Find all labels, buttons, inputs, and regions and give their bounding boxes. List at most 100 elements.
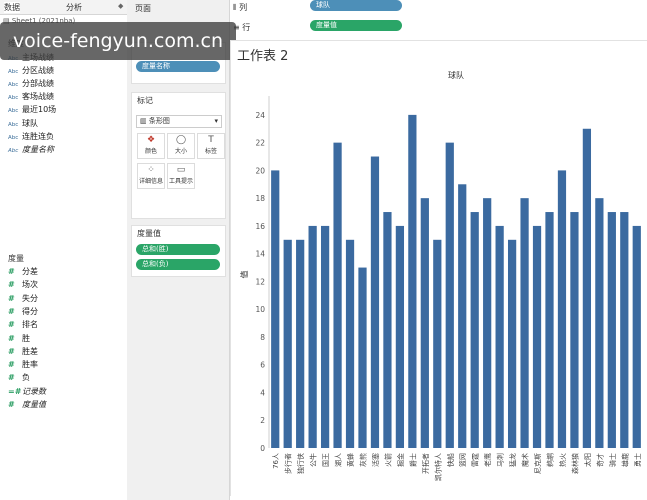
measure-field[interactable]: # 胜 xyxy=(8,333,30,344)
tab-analysis[interactable]: 分析 xyxy=(66,2,82,13)
dimension-field-label: 度量名称 xyxy=(22,144,54,154)
x-tick-label: 雷霆 xyxy=(472,453,480,467)
measure-field-label: 场次 xyxy=(22,280,38,290)
dimension-field-label: 客场战绩 xyxy=(22,92,54,102)
bar xyxy=(370,156,380,448)
measure-field-label: 失分 xyxy=(22,293,38,303)
measure-field[interactable]: # 度量值 xyxy=(8,399,46,410)
y-tick-label: 6 xyxy=(260,361,265,370)
dimension-field[interactable]: Abc 分区战绩 xyxy=(8,65,54,76)
bar xyxy=(345,239,355,448)
marks-label: 标记 xyxy=(137,96,153,105)
measure-field[interactable]: =# 记录数 xyxy=(8,386,46,397)
dimension-field-label: 球队 xyxy=(22,118,38,128)
pages-label: 页面 xyxy=(135,4,151,13)
detail-label: 详细信息 xyxy=(138,178,163,185)
measure-field[interactable]: # 负 xyxy=(8,372,30,383)
number-type-icon: # xyxy=(8,306,15,316)
y-tick-label: 14 xyxy=(255,250,265,259)
label-button[interactable]: T 标签 xyxy=(197,133,225,159)
data-pane: 数据 分析 ◆ ▤ Sheet1 (2021nba) 维度 Abc主场战绩Abc… xyxy=(0,0,128,500)
measure-field[interactable]: # 失分 xyxy=(8,293,38,304)
bar xyxy=(358,267,367,448)
y-tick-label: 10 xyxy=(255,305,265,314)
detail-icon: ⁘ xyxy=(147,165,155,175)
detail-button[interactable]: ⁘ 详细信息 xyxy=(137,163,165,189)
x-tick-label: 灰熊 xyxy=(359,453,368,467)
columns-pill[interactable]: 球队 xyxy=(310,0,402,11)
dimension-field-label: 连胜连负 xyxy=(22,131,54,141)
string-type-icon: Abc xyxy=(8,69,19,76)
x-tick-label: 雄鹿 xyxy=(620,453,629,467)
x-tick-label: 热火 xyxy=(558,453,567,467)
label-icon: T xyxy=(208,135,214,145)
dimension-field[interactable]: Abc 度量名称 xyxy=(8,144,54,155)
tooltip-label: 工具提示 xyxy=(168,178,193,185)
watermark: voice-fengyun.com.cn xyxy=(0,22,236,60)
bar xyxy=(383,212,392,448)
bar xyxy=(445,142,454,448)
dimension-field[interactable]: Abc 客场战绩 xyxy=(8,91,54,102)
x-tick-label: 篮网 xyxy=(458,453,467,467)
x-tick-label: 马刺 xyxy=(496,453,505,467)
measure-field[interactable]: # 胜差 xyxy=(8,346,38,357)
string-type-icon: Abc xyxy=(8,121,19,128)
bar xyxy=(483,198,492,448)
x-tick-label: 国王 xyxy=(322,453,330,467)
bar xyxy=(470,212,479,448)
dimension-field-label: 最近10场 xyxy=(22,105,57,115)
y-tick-label: 18 xyxy=(255,194,265,203)
color-icon: ❖ xyxy=(146,135,156,145)
measure-field-label: 分差 xyxy=(22,267,38,276)
size-icon: ◯ xyxy=(175,135,187,145)
bar xyxy=(570,212,579,448)
bar xyxy=(308,225,317,448)
measure-field[interactable]: # 分差 xyxy=(8,266,38,277)
measure-pill-losses[interactable]: 总和(负) xyxy=(136,259,220,270)
number-type-icon: # xyxy=(8,280,15,290)
dimension-field[interactable]: Abc 最近10场 xyxy=(8,104,56,115)
x-tick-label: 勇士 xyxy=(633,453,642,467)
x-tick-label: 奇才 xyxy=(595,453,604,467)
x-tick-label: 掘金 xyxy=(396,453,405,467)
dimension-field[interactable]: Abc 连胜连负 xyxy=(8,131,54,142)
dimension-field-label: 分区战绩 xyxy=(22,66,54,76)
measure-pill-wins[interactable]: 总和(胜) xyxy=(136,244,220,255)
tooltip-icon: ▭ xyxy=(176,165,186,175)
chevron-down-icon: ▾ xyxy=(214,117,218,125)
measure-field[interactable]: # 场次 xyxy=(8,279,38,290)
x-tick-label: 76人 xyxy=(272,453,280,469)
cards-pane: 页面 度量名称 标记 ▥ 条形图 ▾ ❖ 颜色 ◯ 大小 T 标签 ⁘ 详细信息 ▭ 工具… xyxy=(127,0,230,500)
y-tick-label: 0 xyxy=(260,444,265,453)
number-type-icon: # xyxy=(8,400,14,409)
bar xyxy=(595,198,604,448)
y-tick-label: 12 xyxy=(255,277,265,286)
measure-field[interactable]: # 排名 xyxy=(8,319,38,330)
dimension-field[interactable]: Abc 分部战绩 xyxy=(8,78,54,89)
bar-chart: 球队值02468101214161820222476人 步行者 独行侠 公牛 国王 湖人黄… xyxy=(239,70,642,481)
rows-pill[interactable]: 度量值 xyxy=(310,20,402,31)
x-tick-label: 开拓者 xyxy=(421,453,430,474)
measure-field-label: 胜差 xyxy=(22,346,38,356)
measure-field-label: 度量值 xyxy=(22,400,46,409)
tooltip-button[interactable]: ▭ 工具提示 xyxy=(167,163,195,189)
x-tick-label: 骑士 xyxy=(608,453,617,467)
filter-pill[interactable]: 度量名称 xyxy=(136,61,220,72)
number-type-icon: # xyxy=(8,293,15,303)
dimension-field[interactable]: Abc 球队 xyxy=(8,118,38,129)
bar xyxy=(458,184,467,448)
bar xyxy=(520,198,529,448)
color-button[interactable]: ❖ 颜色 xyxy=(137,133,165,159)
x-tick-label: 森林狼 xyxy=(570,453,579,474)
measure-field[interactable]: # 得分 xyxy=(8,306,38,317)
tab-menu-icon[interactable]: ◆ xyxy=(118,2,123,10)
x-tick-label: 公牛 xyxy=(309,453,318,467)
color-label: 颜色 xyxy=(144,148,157,155)
x-tick-label: 猛龙 xyxy=(508,453,517,467)
size-button[interactable]: ◯ 大小 xyxy=(167,133,195,159)
bar xyxy=(333,142,342,448)
y-tick-label: 8 xyxy=(260,333,265,342)
measure-field[interactable]: # 胜率 xyxy=(8,359,38,370)
mark-type-select[interactable]: ▥ 条形图 ▾ xyxy=(136,115,222,128)
tab-data[interactable]: 数据 xyxy=(4,2,20,13)
